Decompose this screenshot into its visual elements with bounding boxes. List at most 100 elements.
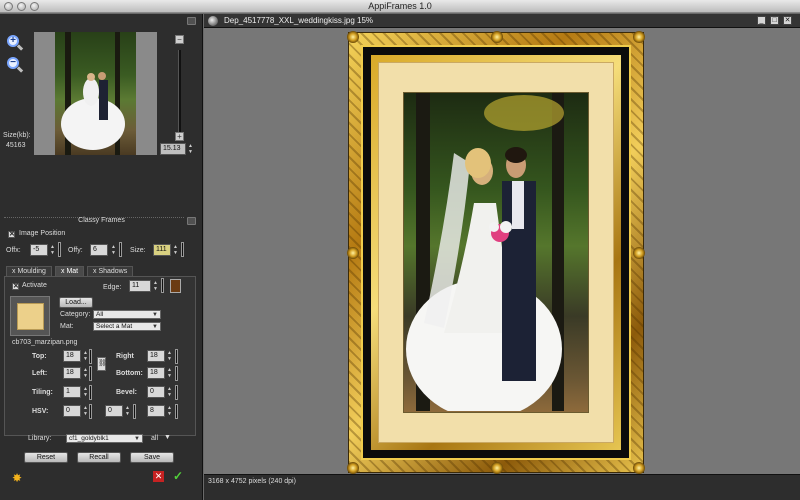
tiling-field[interactable]: 1: [63, 386, 81, 398]
tab-mat[interactable]: x Mat: [55, 266, 85, 276]
mat-filename: cb703_marzipan.png: [12, 339, 78, 346]
frame-corner-ornament: [633, 31, 645, 43]
left-label: Left:: [32, 370, 48, 377]
tab-shadows[interactable]: x Shadows: [87, 266, 134, 276]
edge-color-swatch[interactable]: [170, 279, 181, 293]
load-button[interactable]: Load...: [59, 297, 93, 308]
mat-select[interactable]: Select a Mat ▼: [93, 322, 161, 331]
offy-slider[interactable]: [119, 242, 122, 257]
minimize-document-button[interactable]: _: [757, 16, 766, 25]
left-slider[interactable]: [89, 366, 92, 381]
hsv-hue-stepper[interactable]: ▲ ▼: [82, 405, 89, 417]
link-margins-icon[interactable]: ⛓: [97, 357, 107, 371]
hsv-hue-slider[interactable]: [89, 404, 92, 419]
frame-inner-gold-band: [371, 55, 621, 450]
hsv-value-slider[interactable]: [175, 404, 178, 419]
image-canvas[interactable]: [204, 28, 800, 474]
frame-moulding: [347, 31, 645, 474]
library-filter-value[interactable]: all: [151, 435, 158, 442]
preview-thumbnail-area: [34, 32, 157, 155]
frame-size-slider[interactable]: [181, 242, 184, 257]
edge-label: Edge:: [103, 284, 122, 291]
frame-ornament: [491, 462, 503, 474]
hsv-hue-field[interactable]: 0: [63, 405, 81, 417]
preview-thumbnail: [55, 32, 136, 155]
document-title: Dep_4517778_XXL_weddingkiss.jpg 15%: [224, 16, 373, 25]
top-slider[interactable]: [89, 349, 92, 364]
bottom-stepper[interactable]: ▲ ▼: [166, 367, 173, 379]
edge-slider[interactable]: [161, 278, 164, 293]
bottom-label: Bottom:: [116, 370, 143, 377]
bevel-label: Bevel:: [116, 389, 138, 396]
library-filter-dropdown-icon[interactable]: ▼: [164, 434, 171, 441]
zoom-stepper[interactable]: ▲ ▼: [187, 143, 194, 155]
classy-frames-header: Classy Frames: [78, 217, 125, 224]
size-value: 45163: [6, 142, 26, 149]
offy-label: Offy:: [68, 247, 83, 254]
frame-corner-ornament: [633, 462, 645, 474]
accept-icon[interactable]: ✓: [173, 469, 183, 483]
zoom-slider[interactable]: [178, 50, 181, 132]
edge-field[interactable]: 11: [129, 280, 151, 292]
tiling-slider[interactable]: [89, 385, 92, 400]
frame-corner-ornament: [347, 31, 359, 43]
right-stepper[interactable]: ▲ ▼: [166, 350, 173, 362]
zoom-out-icon[interactable]: −: [5, 56, 24, 75]
category-select[interactable]: All ▼: [93, 310, 161, 319]
mat-swatch: [17, 303, 44, 330]
hsv-value-stepper[interactable]: ▲ ▼: [166, 405, 173, 417]
hsv-value-field[interactable]: 8: [147, 405, 165, 417]
tiling-label: Tiling:: [32, 389, 53, 396]
zoom-value-field[interactable]: 15.13: [160, 143, 186, 155]
hsv-saturation-field[interactable]: 0: [105, 405, 123, 417]
detach-preview-icon[interactable]: [187, 17, 196, 25]
hsv-label: HSV:: [32, 408, 49, 415]
right-label: Right: [116, 353, 134, 360]
close-document-button[interactable]: ✕: [783, 16, 792, 25]
left-field[interactable]: 18: [63, 367, 81, 379]
bevel-field[interactable]: 0: [147, 386, 165, 398]
offy-stepper[interactable]: ▲ ▼: [110, 244, 117, 256]
image-position-checkbox[interactable]: ✕: [8, 231, 15, 238]
zoom-in-icon[interactable]: +: [5, 34, 24, 53]
cancel-icon[interactable]: ✕: [153, 471, 164, 482]
offx-label: Offx:: [6, 247, 21, 254]
bottom-slider[interactable]: [175, 366, 178, 381]
frame-size-stepper[interactable]: ▲ ▼: [172, 244, 179, 256]
edge-stepper[interactable]: ▲ ▼: [152, 280, 159, 292]
hsv-saturation-stepper[interactable]: ▲ ▼: [124, 405, 131, 417]
zoom-slider-plus-button[interactable]: +: [175, 132, 184, 141]
mat-preview-box: [10, 296, 50, 336]
recall-button[interactable]: Recall: [77, 452, 121, 463]
image-dimensions: 3168 x 4752 pixels (240 dpi): [208, 478, 296, 485]
top-field[interactable]: 18: [63, 350, 81, 362]
save-button[interactable]: Save: [130, 452, 174, 463]
offx-slider[interactable]: [58, 242, 61, 257]
activate-label: Activate: [22, 282, 47, 289]
tiling-stepper[interactable]: ▲ ▼: [82, 386, 89, 398]
mat-tab-panel: ✕ Activate Edge: 11 ▲ ▼ Load... Category:…: [4, 276, 196, 436]
right-slider[interactable]: [175, 349, 178, 364]
activate-checkbox[interactable]: ✕: [12, 283, 19, 290]
library-label: Library:: [28, 435, 52, 442]
bottom-field[interactable]: 18: [147, 367, 165, 379]
left-stepper[interactable]: ▲ ▼: [82, 367, 89, 379]
maximize-document-button[interactable]: □: [770, 16, 779, 25]
tab-moulding[interactable]: x Moulding: [6, 266, 52, 276]
offx-stepper[interactable]: ▲ ▼: [49, 244, 56, 256]
zoom-slider-minus-button[interactable]: −: [175, 35, 184, 44]
reset-button[interactable]: Reset: [24, 452, 68, 463]
frame-size-field[interactable]: 111: [153, 244, 171, 256]
bevel-stepper[interactable]: ▲ ▼: [166, 386, 173, 398]
top-stepper[interactable]: ▲ ▼: [82, 350, 89, 362]
size-field-label: Size:: [130, 247, 146, 254]
detach-frames-icon[interactable]: [187, 217, 196, 225]
right-field[interactable]: 18: [147, 350, 165, 362]
hsv-saturation-slider[interactable]: [133, 404, 136, 419]
bevel-slider[interactable]: [175, 385, 178, 400]
library-select[interactable]: cf1_goldyblk1 ▼: [66, 434, 143, 443]
sun-icon[interactable]: ✸: [12, 471, 22, 485]
framed-photo: [403, 92, 589, 413]
offy-field[interactable]: 6: [90, 244, 108, 256]
offx-field[interactable]: -5: [30, 244, 48, 256]
